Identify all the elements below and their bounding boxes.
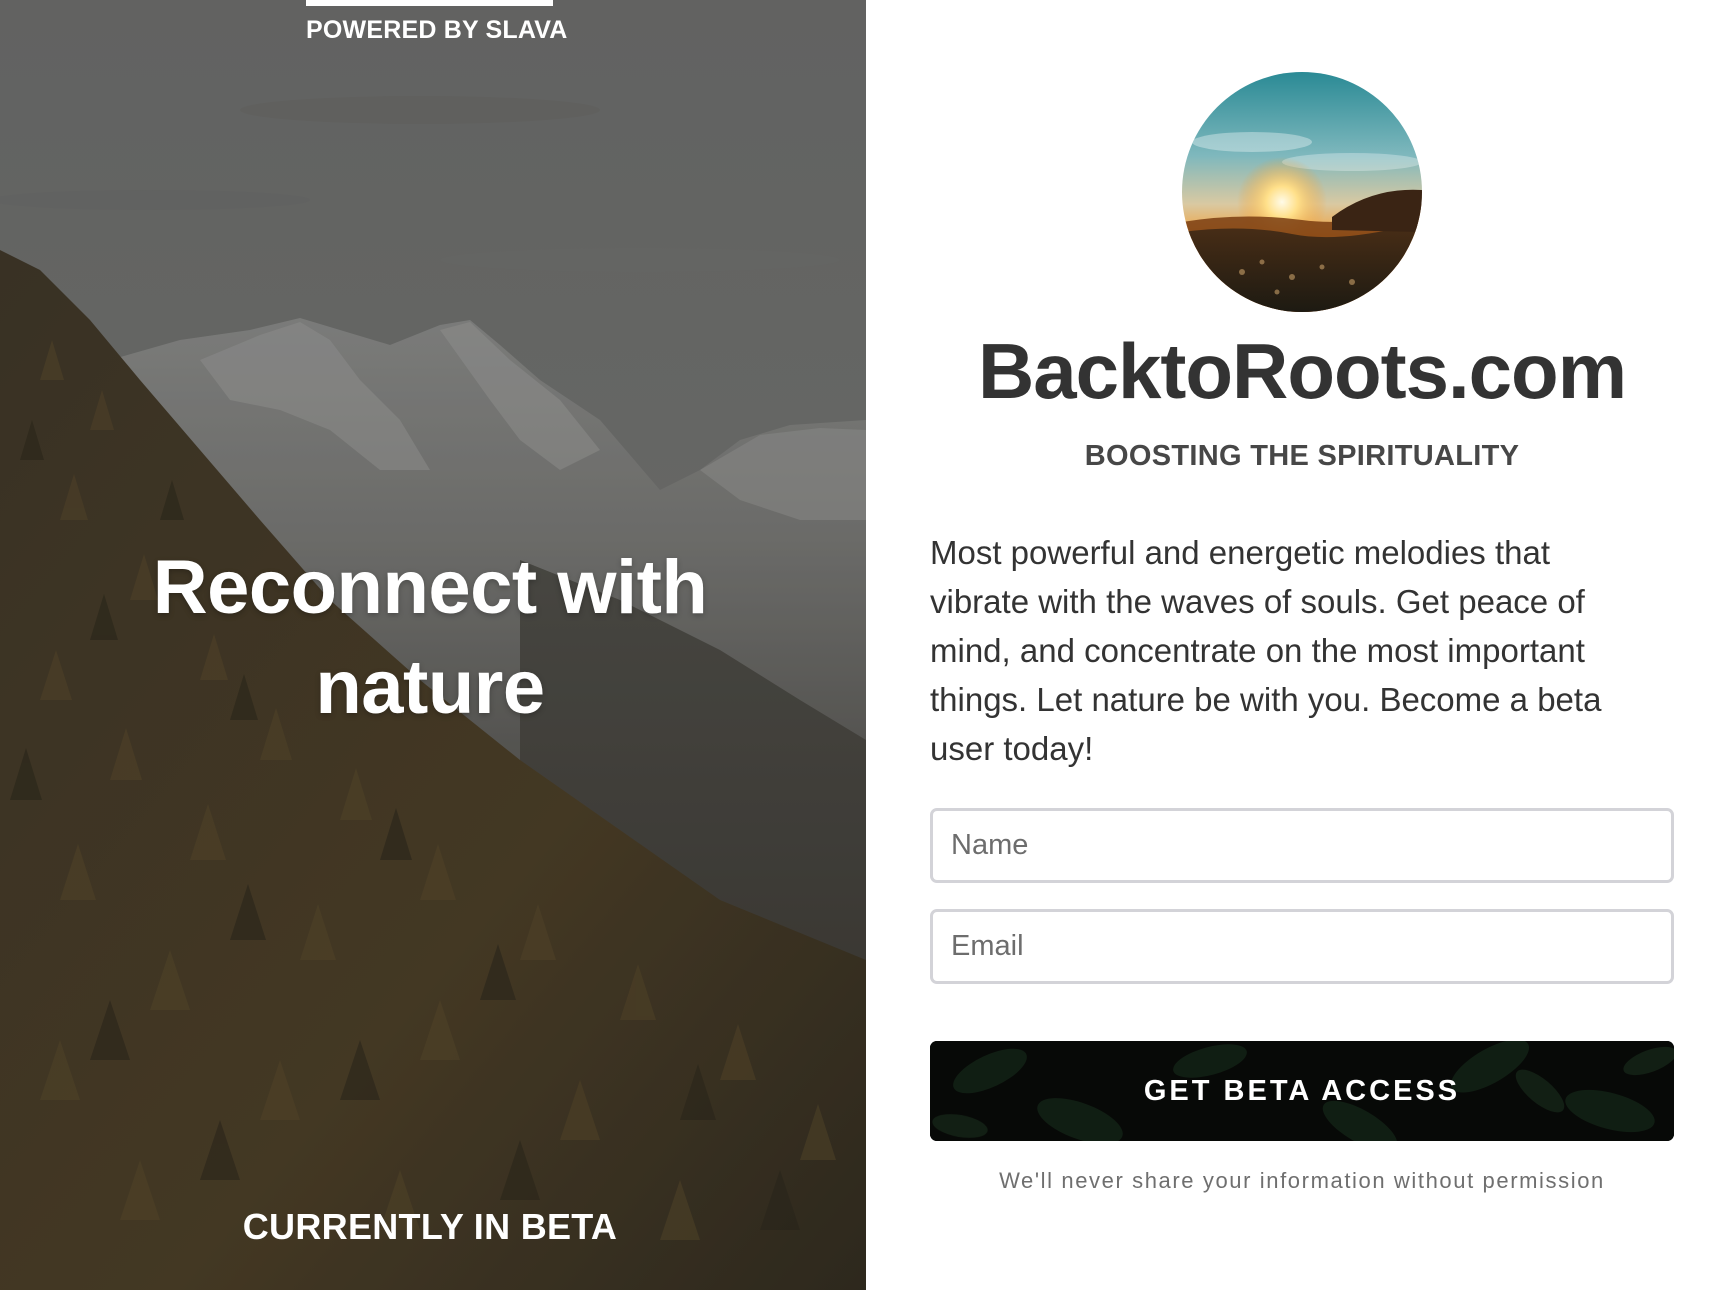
name-field[interactable] bbox=[930, 808, 1674, 883]
brand-tagline: BOOSTING THE SPIRITUALITY bbox=[1084, 440, 1520, 472]
beta-status-label: CURRENTLY IN BETA bbox=[242, 1206, 618, 1247]
powered-by-label: POWERED BY SLAVA bbox=[306, 16, 568, 44]
powered-by-accent-bar bbox=[306, 0, 553, 6]
signup-panel: BacktoRoots.com BOOSTING THE SPIRITUALIT… bbox=[866, 0, 1718, 1290]
sunset-icon bbox=[1182, 72, 1422, 312]
product-description: Most powerful and energetic melodies tha… bbox=[930, 534, 1602, 767]
privacy-note: We'll never share your information witho… bbox=[999, 1168, 1605, 1193]
email-field[interactable] bbox=[930, 909, 1674, 984]
sunset-avatar-image bbox=[1182, 72, 1422, 312]
hero-headline: Reconnect with nature bbox=[152, 545, 708, 730]
brand-title: BacktoRoots.com bbox=[977, 327, 1627, 415]
get-beta-access-button[interactable]: GET BETA ACCESS bbox=[930, 1041, 1674, 1141]
hero-panel: POWERED BY SLAVA Reconnect with nature C… bbox=[0, 0, 866, 1290]
get-beta-access-label: GET BETA ACCESS bbox=[1143, 1075, 1461, 1107]
